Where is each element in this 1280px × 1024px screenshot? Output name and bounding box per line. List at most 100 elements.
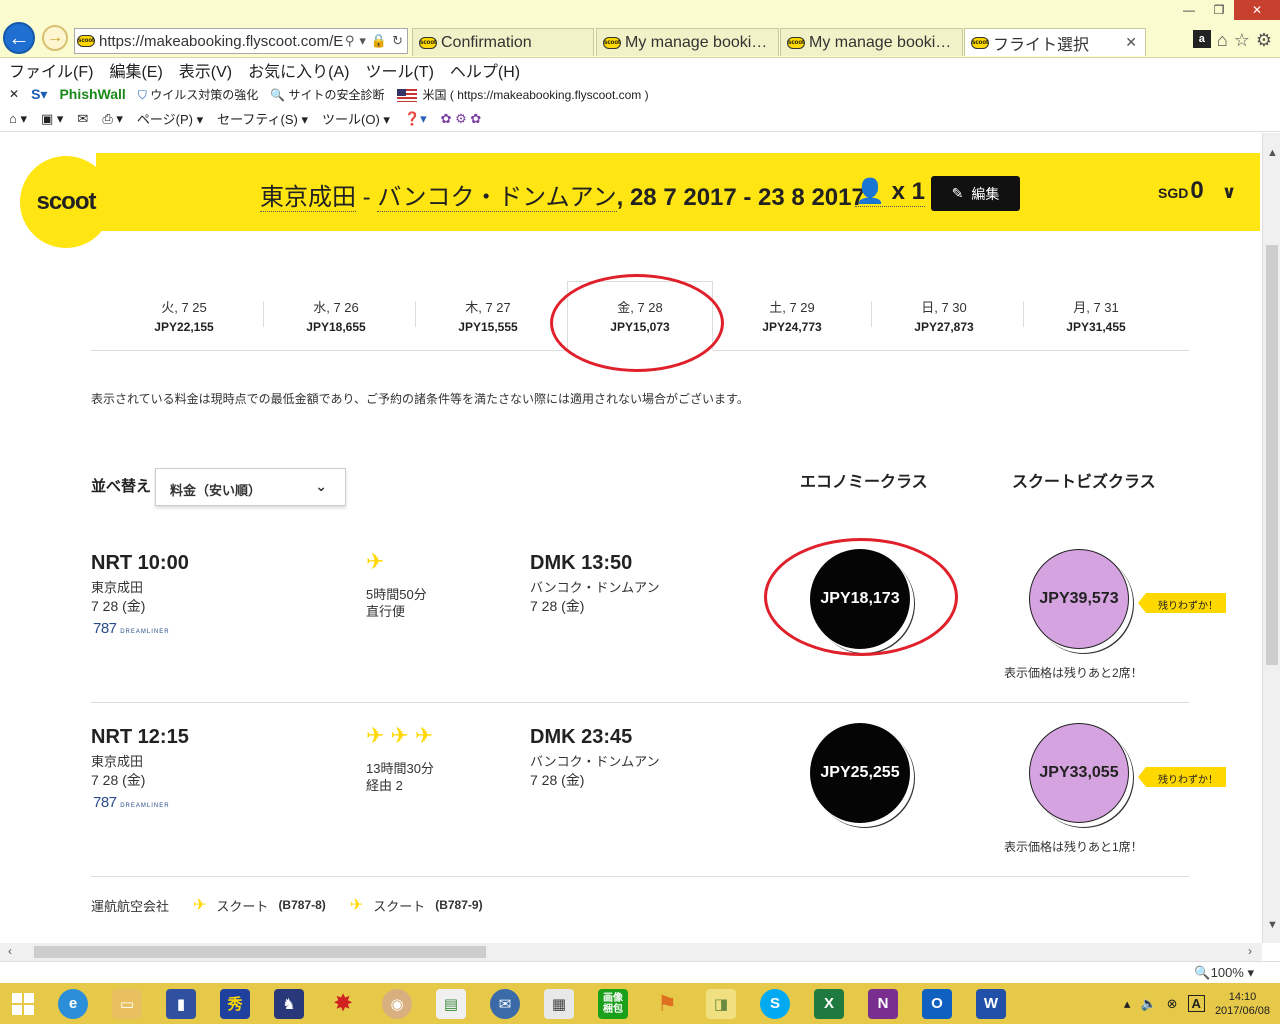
date-tab-0725[interactable]: 火, 7 25 JPY22,155 (109, 297, 259, 334)
passenger-count[interactable]: 👤 x 1 (855, 177, 925, 207)
tab-flight-select[interactable]: scoot フライト選択 ✕ (964, 28, 1146, 56)
scroll-right-icon[interactable]: › (1248, 944, 1252, 958)
date-tab-0731[interactable]: 月, 7 31 JPY31,455 (1021, 297, 1171, 334)
dropdown-icon[interactable]: ▾ (359, 33, 366, 49)
menu-tools[interactable]: ツール(T) (365, 58, 433, 82)
sidebar-s-icon[interactable]: S▾ (31, 86, 47, 103)
virus-protection-link[interactable]: ⛉ ウイルス対策の強化 (138, 86, 258, 103)
business-fare-button[interactable]: JPY33,055 (1029, 723, 1129, 823)
taskbar-image-pack[interactable]: 画像 梱包 (586, 983, 640, 1024)
date-price: JPY15,555 (458, 320, 518, 334)
scroll-down-icon[interactable]: ▼ (1267, 919, 1278, 931)
tab-manage-booking-2[interactable]: scoot My manage booki… (780, 28, 963, 56)
home-icon[interactable]: ⌂ (1217, 30, 1228, 51)
ime-icon[interactable]: A (1187, 995, 1205, 1012)
help-icon[interactable]: ❓▾ (404, 111, 427, 127)
tab-title: My manage booki… (809, 33, 952, 51)
command-safety[interactable]: セーフティ(S) ▾ (217, 109, 308, 128)
command-page[interactable]: ページ(P) ▾ (137, 109, 203, 128)
tab-manage-booking-1[interactable]: scoot My manage booki… (596, 28, 779, 56)
scroll-up-icon[interactable]: ▲ (1267, 147, 1278, 159)
volume-icon[interactable]: 🔈 (1140, 996, 1156, 1012)
scroll-thumb[interactable] (1266, 245, 1278, 665)
taskbar-palette[interactable]: ◉ (370, 983, 424, 1024)
taskbar-paint-splash[interactable]: ✸ (316, 983, 370, 1024)
date-tab-0730[interactable]: 日, 7 30 JPY27,873 (869, 297, 1019, 334)
home-icon[interactable]: ⌂ ▾ (9, 111, 27, 127)
tab-title: My manage booki… (625, 33, 768, 51)
tray-expand-icon[interactable]: ▴ (1124, 996, 1131, 1012)
taskbar-ie[interactable]: e (46, 983, 100, 1024)
business-class-header: スクートビズクラス (1012, 474, 1156, 491)
scoot-logo[interactable]: scoot (20, 156, 112, 248)
flight-row: NRT 10:00 東京成田 7 28 (金) 787 DREAMLINER ✈… (91, 531, 1226, 703)
economy-fare-button[interactable]: JPY25,255 (810, 723, 910, 823)
command-tools[interactable]: ツール(O) ▾ (322, 109, 390, 128)
start-button[interactable] (0, 983, 46, 1024)
cart-total[interactable]: SGD 0 ∨ (1158, 177, 1236, 205)
status-bar: 🔍100% ▾ (0, 961, 1280, 983)
taskbar-book[interactable]: ▮ (154, 983, 208, 1024)
back-button[interactable]: ← (3, 22, 35, 54)
addon-icons[interactable]: ✿ ⚙ ✿ (441, 111, 482, 127)
feeds-icon[interactable]: ▣ ▾ (41, 111, 63, 127)
close-window-button[interactable]: ✕ (1234, 0, 1280, 20)
network-icon[interactable]: ⊗ (1167, 996, 1178, 1012)
taskbar-photo[interactable]: ▤ (424, 983, 478, 1024)
forward-button[interactable]: → (42, 25, 68, 51)
menu-help[interactable]: ヘルプ(H) (450, 58, 520, 82)
edit-search-button[interactable]: ✎ 編集 (931, 176, 1020, 211)
taskbar-outlook[interactable]: O (910, 983, 964, 1024)
business-fare-button[interactable]: JPY39,573 (1029, 549, 1129, 649)
vertical-scrollbar[interactable]: ▲ ▼ (1262, 133, 1280, 943)
taskbar-chess[interactable]: ♞ (262, 983, 316, 1024)
close-bar-icon[interactable]: ✕ (9, 87, 19, 101)
menu-favorites[interactable]: お気に入り(A) (248, 58, 349, 82)
system-clock[interactable]: 14:10 2017/06/08 (1215, 990, 1270, 1018)
taskbar-explorer[interactable]: ▭ (100, 983, 154, 1024)
maximize-button[interactable]: ❐ (1204, 0, 1234, 20)
lock-icon[interactable]: 🔒 (371, 33, 387, 49)
date-tab-0729[interactable]: 土, 7 29 JPY24,773 (717, 297, 867, 334)
tab-confirmation[interactable]: scoot Confirmation (412, 28, 594, 56)
chess-icon: ♞ (274, 988, 304, 1019)
date-tab-0727[interactable]: 木, 7 27 JPY15,555 (413, 297, 563, 334)
mail-icon[interactable]: ✉ (77, 111, 88, 127)
dreamliner-logo: 787 DREAMLINER (93, 794, 170, 811)
origin-city[interactable]: 東京成田 (260, 184, 356, 212)
date-label: 土, 7 29 (769, 300, 815, 315)
taskbar-shu[interactable]: 秀 (208, 983, 262, 1024)
amazon-icon[interactable]: a (1192, 30, 1211, 48)
close-tab-icon[interactable]: ✕ (1125, 34, 1137, 51)
taskbar-onenote[interactable]: N (856, 983, 910, 1024)
taskbar-flag[interactable]: ⚑ (640, 983, 694, 1024)
chevron-down-icon: ∨ (1221, 182, 1237, 202)
taskbar-excel[interactable]: X (802, 983, 856, 1024)
horizontal-scrollbar[interactable]: ‹ › (0, 943, 1262, 961)
search-icon[interactable]: ⚲ (345, 33, 355, 49)
departure-time: NRT 12:15 (91, 726, 189, 748)
destination-city[interactable]: バンコク・ドンムアン (377, 184, 617, 212)
print-icon[interactable]: ⎙ ▾ (102, 111, 123, 127)
address-bar[interactable]: scoot https://makeabooking.flyscoot.com/… (74, 28, 408, 54)
minimize-button[interactable]: — (1174, 0, 1204, 20)
taskbar-thunderbird[interactable]: ✉ (478, 983, 532, 1024)
favorites-star-icon[interactable]: ☆ (1234, 30, 1250, 51)
site-check-link[interactable]: 🔍 サイトの安全診断 (270, 86, 384, 103)
refresh-icon[interactable]: ↻ (392, 33, 403, 49)
menu-file[interactable]: ファイル(F) (9, 58, 93, 82)
scroll-left-icon[interactable]: ‹ (8, 944, 12, 958)
date-tab-0726[interactable]: 水, 7 26 JPY18,655 (261, 297, 411, 334)
sort-select[interactable]: 料金（安い順） ⌄ (155, 468, 346, 506)
date-label: 月, 7 31 (1073, 300, 1119, 315)
taskbar-skype[interactable]: S (748, 983, 802, 1024)
scroll-thumb[interactable] (34, 946, 486, 958)
taskbar-folders[interactable]: ◨ (694, 983, 748, 1024)
taskbar-calculator[interactable]: ▦ (532, 983, 586, 1024)
menu-view[interactable]: 表示(V) (179, 58, 232, 82)
menu-edit[interactable]: 編集(E) (109, 58, 162, 82)
zoom-control[interactable]: 🔍100% ▾ (1194, 965, 1254, 981)
phishwall-link[interactable]: PhishWall (59, 86, 125, 102)
taskbar-word[interactable]: W (964, 983, 1018, 1024)
settings-gear-icon[interactable]: ⚙ (1256, 30, 1272, 51)
